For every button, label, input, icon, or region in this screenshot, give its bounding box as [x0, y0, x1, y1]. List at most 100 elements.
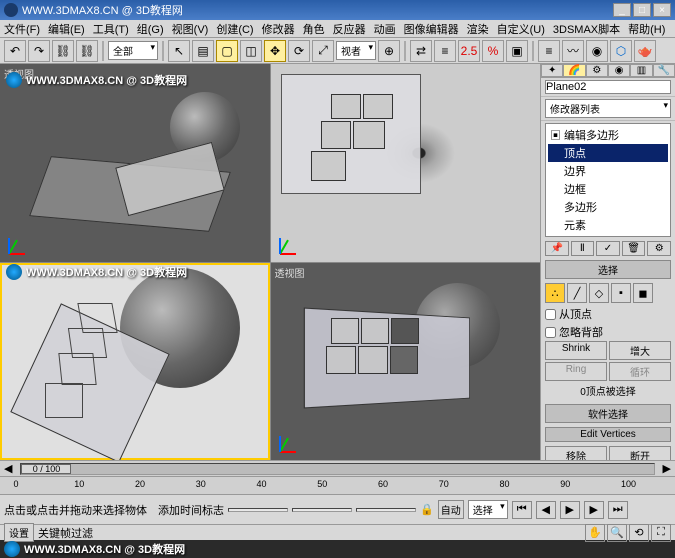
unlink-button[interactable]: ⛓ [76, 40, 98, 62]
vp-pan-button[interactable]: ✋ [585, 524, 605, 542]
select-by-name-button[interactable]: ▤ [192, 40, 214, 62]
coord-z-input[interactable] [356, 508, 416, 512]
mirror-button[interactable]: ⇄ [410, 40, 432, 62]
menu-reactor[interactable]: 反应器 [333, 21, 366, 37]
link-button[interactable]: ⛓ [52, 40, 74, 62]
tab-modify[interactable]: 🌈 [563, 64, 585, 77]
unique-button[interactable]: ✓ [596, 241, 620, 256]
auto-key-button[interactable]: 自动 [438, 500, 464, 519]
rotate-button[interactable]: ⟳ [288, 40, 310, 62]
ring-button[interactable]: Ring [545, 362, 607, 381]
sub-element-button[interactable]: ◼ [633, 283, 653, 303]
grow-button[interactable]: 增大 [609, 341, 671, 360]
rollout-selection[interactable]: 选择 [545, 260, 671, 279]
maximize-button[interactable]: □ [633, 3, 651, 17]
menu-view[interactable]: 视图(V) [172, 21, 209, 37]
ref-coord-dropdown[interactable]: 视者 [336, 41, 376, 60]
stack-item-border[interactable]: 边框 [548, 180, 668, 198]
tab-motion[interactable]: ◉ [608, 64, 630, 77]
show-end-button[interactable]: Ⅱ [571, 241, 595, 256]
tab-hierarchy[interactable]: ⚙ [586, 64, 608, 77]
viewport-bottom-right[interactable]: 透视图 [271, 263, 541, 461]
slider-track[interactable]: 0 / 100 [20, 463, 654, 475]
set-key-button[interactable]: 设置 [4, 523, 34, 542]
menu-tools[interactable]: 工具(T) [93, 21, 129, 37]
select-window-button[interactable]: ◫ [240, 40, 262, 62]
slider-thumb[interactable]: 0 / 100 [21, 464, 71, 474]
sub-polygon-button[interactable]: ▪ [611, 283, 631, 303]
stack-item-edge[interactable]: 边界 [548, 162, 668, 180]
menu-render[interactable]: 渲染 [467, 21, 489, 37]
menu-animation[interactable]: 动画 [374, 21, 396, 37]
rollout-soft-sel[interactable]: 软件选择 [545, 404, 671, 423]
menu-help[interactable]: 帮助(H) [628, 21, 665, 37]
menu-graph[interactable]: 图像编辑器 [404, 21, 459, 37]
play-button[interactable]: ▶ [560, 501, 580, 519]
stack-item-vertex[interactable]: 顶点 [548, 144, 668, 162]
break-button[interactable]: 断开 [609, 446, 671, 460]
timeline-ruler[interactable]: 0 10 20 30 40 50 60 70 80 90 100 [0, 476, 675, 494]
shrink-button[interactable]: Shrink [545, 341, 607, 360]
viewport-top-right[interactable] [271, 64, 541, 262]
vp-max-button[interactable]: ⛶ [651, 524, 671, 542]
menu-file[interactable]: 文件(F) [4, 21, 40, 37]
pivot-button[interactable]: ⊕ [378, 40, 400, 62]
goto-start-button[interactable]: ⏮ [512, 501, 532, 519]
menu-create[interactable]: 创建(C) [216, 21, 253, 37]
quick-render-button[interactable]: 🫖 [634, 40, 656, 62]
move-button[interactable]: ✥ [264, 40, 286, 62]
menu-modifier[interactable]: 修改器 [262, 21, 295, 37]
align-button[interactable]: ≡ [434, 40, 456, 62]
stack-item-polygon[interactable]: 多边形 [548, 198, 668, 216]
time-slider[interactable]: ◀ 0 / 100 ▶ [0, 460, 675, 476]
stack-top[interactable]: ▣ 编辑多边形 [548, 126, 668, 144]
config-button[interactable]: ⚙ [647, 241, 671, 256]
remove-mod-button[interactable]: 🗑 [622, 241, 646, 256]
selection-filter-dropdown[interactable]: 全部 [108, 41, 158, 60]
viewport-bottom-left[interactable] [0, 263, 270, 461]
menu-customize[interactable]: 自定义(U) [497, 21, 545, 37]
remove-button[interactable]: 移除 [545, 446, 607, 460]
menu-edit[interactable]: 编辑(E) [48, 21, 85, 37]
stack-item-element[interactable]: 元素 [548, 216, 668, 234]
goto-end-button[interactable]: ⏭ [608, 501, 628, 519]
named-sel-button[interactable]: ▣ [506, 40, 528, 62]
material-button[interactable]: ◉ [586, 40, 608, 62]
vp-orbit-button[interactable]: ⟲ [629, 524, 649, 542]
rollout-edit-verts[interactable]: Edit Vertices [545, 427, 671, 442]
close-button[interactable]: × [653, 3, 671, 17]
modifier-stack[interactable]: ▣ 编辑多边形 顶点 边界 边框 多边形 元素 [545, 123, 671, 237]
tab-utilities[interactable]: 🔧 [653, 64, 675, 77]
snap-percent-button[interactable]: % [482, 40, 504, 62]
prev-frame-button[interactable]: ◀ [536, 501, 556, 519]
coord-y-input[interactable] [292, 508, 352, 512]
menu-character[interactable]: 角色 [303, 21, 325, 37]
modifier-list-dropdown[interactable]: 修改器列表 [545, 99, 671, 118]
redo-button[interactable]: ↷ [28, 40, 50, 62]
select-button[interactable]: ↖ [168, 40, 190, 62]
coord-x-input[interactable] [228, 508, 288, 512]
scale-button[interactable]: ⤢ [312, 40, 334, 62]
menu-group[interactable]: 组(G) [137, 21, 164, 37]
select-rect-button[interactable]: ▢ [216, 40, 238, 62]
sub-vertex-button[interactable]: ∴ [545, 283, 565, 303]
undo-button[interactable]: ↶ [4, 40, 26, 62]
sub-edge-button[interactable]: ╱ [567, 283, 587, 303]
by-vertex-checkbox[interactable] [545, 309, 556, 320]
snap-angle-button[interactable]: 2.5 [458, 40, 480, 62]
viewport-top-left[interactable]: 透视图 [0, 64, 270, 262]
curve-editor-button[interactable]: 〰 [562, 40, 584, 62]
ignore-back-checkbox[interactable] [545, 327, 556, 338]
key-mode-dropdown[interactable]: 选择 [468, 500, 508, 519]
menu-script[interactable]: 3DSMAX脚本 [553, 21, 620, 37]
loop-button[interactable]: 循环 [609, 362, 671, 381]
sub-border-button[interactable]: ◇ [589, 283, 609, 303]
tab-create[interactable]: ✦ [541, 64, 563, 77]
next-frame-button[interactable]: ▶ [584, 501, 604, 519]
layers-button[interactable]: ≡ [538, 40, 560, 62]
minimize-button[interactable]: _ [613, 3, 631, 17]
render-setup-button[interactable]: ⬡ [610, 40, 632, 62]
object-name-input[interactable] [545, 80, 671, 94]
tab-display[interactable]: ▥ [630, 64, 652, 77]
vp-zoom-button[interactable]: 🔍 [607, 524, 627, 542]
